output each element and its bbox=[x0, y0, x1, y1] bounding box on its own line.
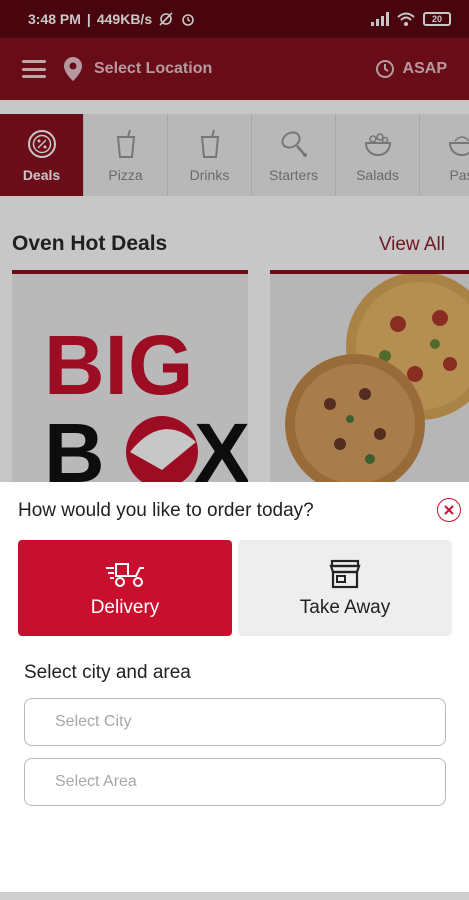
status-separator: | bbox=[86, 11, 91, 27]
clock-icon bbox=[375, 60, 394, 78]
bigbox-logo: BIG B X bbox=[12, 274, 248, 490]
location-pin-icon[interactable] bbox=[64, 57, 82, 81]
battery-level: 20 bbox=[431, 14, 442, 24]
takeaway-button[interactable]: Take Away bbox=[238, 540, 452, 636]
bowl-icon bbox=[448, 136, 469, 157]
tab-label: Starters bbox=[268, 167, 318, 183]
percent-icon bbox=[27, 130, 56, 158]
sync-off-icon bbox=[159, 12, 173, 26]
close-button[interactable] bbox=[437, 498, 461, 522]
select-city-field[interactable] bbox=[24, 698, 446, 746]
battery-icon: 20 bbox=[423, 12, 451, 26]
section-title: Oven Hot Deals bbox=[12, 232, 168, 255]
tab-pasta[interactable]: Pas bbox=[420, 114, 469, 196]
close-icon bbox=[444, 505, 454, 515]
sheet-title: How would you like to order today? bbox=[18, 500, 314, 521]
takeaway-label: Take Away bbox=[299, 597, 391, 618]
status-left: 3:48 PM | 449KB/s bbox=[28, 11, 196, 27]
view-all-link[interactable]: View All bbox=[379, 234, 445, 256]
select-city-area-title: Select city and area bbox=[24, 662, 191, 683]
delivery-scooter-icon bbox=[106, 563, 144, 587]
tab-drinks[interactable]: Drinks bbox=[168, 114, 252, 196]
tab-label: Pas bbox=[449, 167, 469, 183]
select-location-button[interactable]: Select Location bbox=[94, 60, 212, 78]
status-time: 3:48 PM bbox=[28, 11, 81, 27]
deal-card-pizzas[interactable] bbox=[270, 270, 469, 490]
status-bar: 3:48 PM | 449KB/s 20 bbox=[0, 0, 469, 38]
delivery-button[interactable]: Delivery bbox=[18, 540, 232, 636]
chicken-leg-icon bbox=[280, 131, 307, 157]
bottom-nav-bar bbox=[0, 892, 469, 900]
bigbox-text-b: B bbox=[44, 406, 105, 490]
signal-icon bbox=[371, 12, 389, 26]
status-right: 20 bbox=[371, 12, 451, 26]
cup-icon bbox=[200, 129, 219, 158]
select-area-field[interactable] bbox=[24, 758, 446, 806]
tab-label: Deals bbox=[22, 167, 61, 183]
bigbox-text-big: BIG bbox=[44, 318, 193, 412]
order-type-sheet: How would you like to order today? Deliv… bbox=[0, 482, 469, 900]
tab-label: Drinks bbox=[189, 167, 230, 183]
wifi-icon bbox=[397, 12, 415, 26]
asap-label: ASAP bbox=[402, 60, 447, 77]
salad-bowl-icon bbox=[364, 133, 391, 157]
bigbox-text-x: X bbox=[194, 406, 248, 490]
network-speed: 449KB/s bbox=[96, 11, 153, 27]
category-tabs: Deals Pizza Drinks Starters Salads Pas bbox=[0, 114, 469, 196]
pizza-image bbox=[270, 274, 469, 490]
alarm-icon bbox=[182, 14, 194, 26]
deal-card-bigbox[interactable]: BIG B X bbox=[12, 270, 248, 490]
cup-icon bbox=[116, 129, 135, 158]
app-header: Select Location ASAP bbox=[0, 38, 469, 100]
store-icon bbox=[329, 559, 361, 589]
asap-button[interactable]: ASAP bbox=[375, 59, 447, 79]
tab-label: Salads bbox=[356, 167, 399, 183]
tab-label: Pizza bbox=[108, 167, 143, 183]
delivery-label: Delivery bbox=[90, 597, 160, 618]
tab-salads[interactable]: Salads bbox=[336, 114, 420, 196]
tab-starters[interactable]: Starters bbox=[252, 114, 336, 196]
tab-pizza[interactable]: Pizza bbox=[84, 114, 168, 196]
hamburger-menu-icon[interactable] bbox=[22, 60, 46, 78]
tab-deals[interactable]: Deals bbox=[0, 114, 84, 196]
